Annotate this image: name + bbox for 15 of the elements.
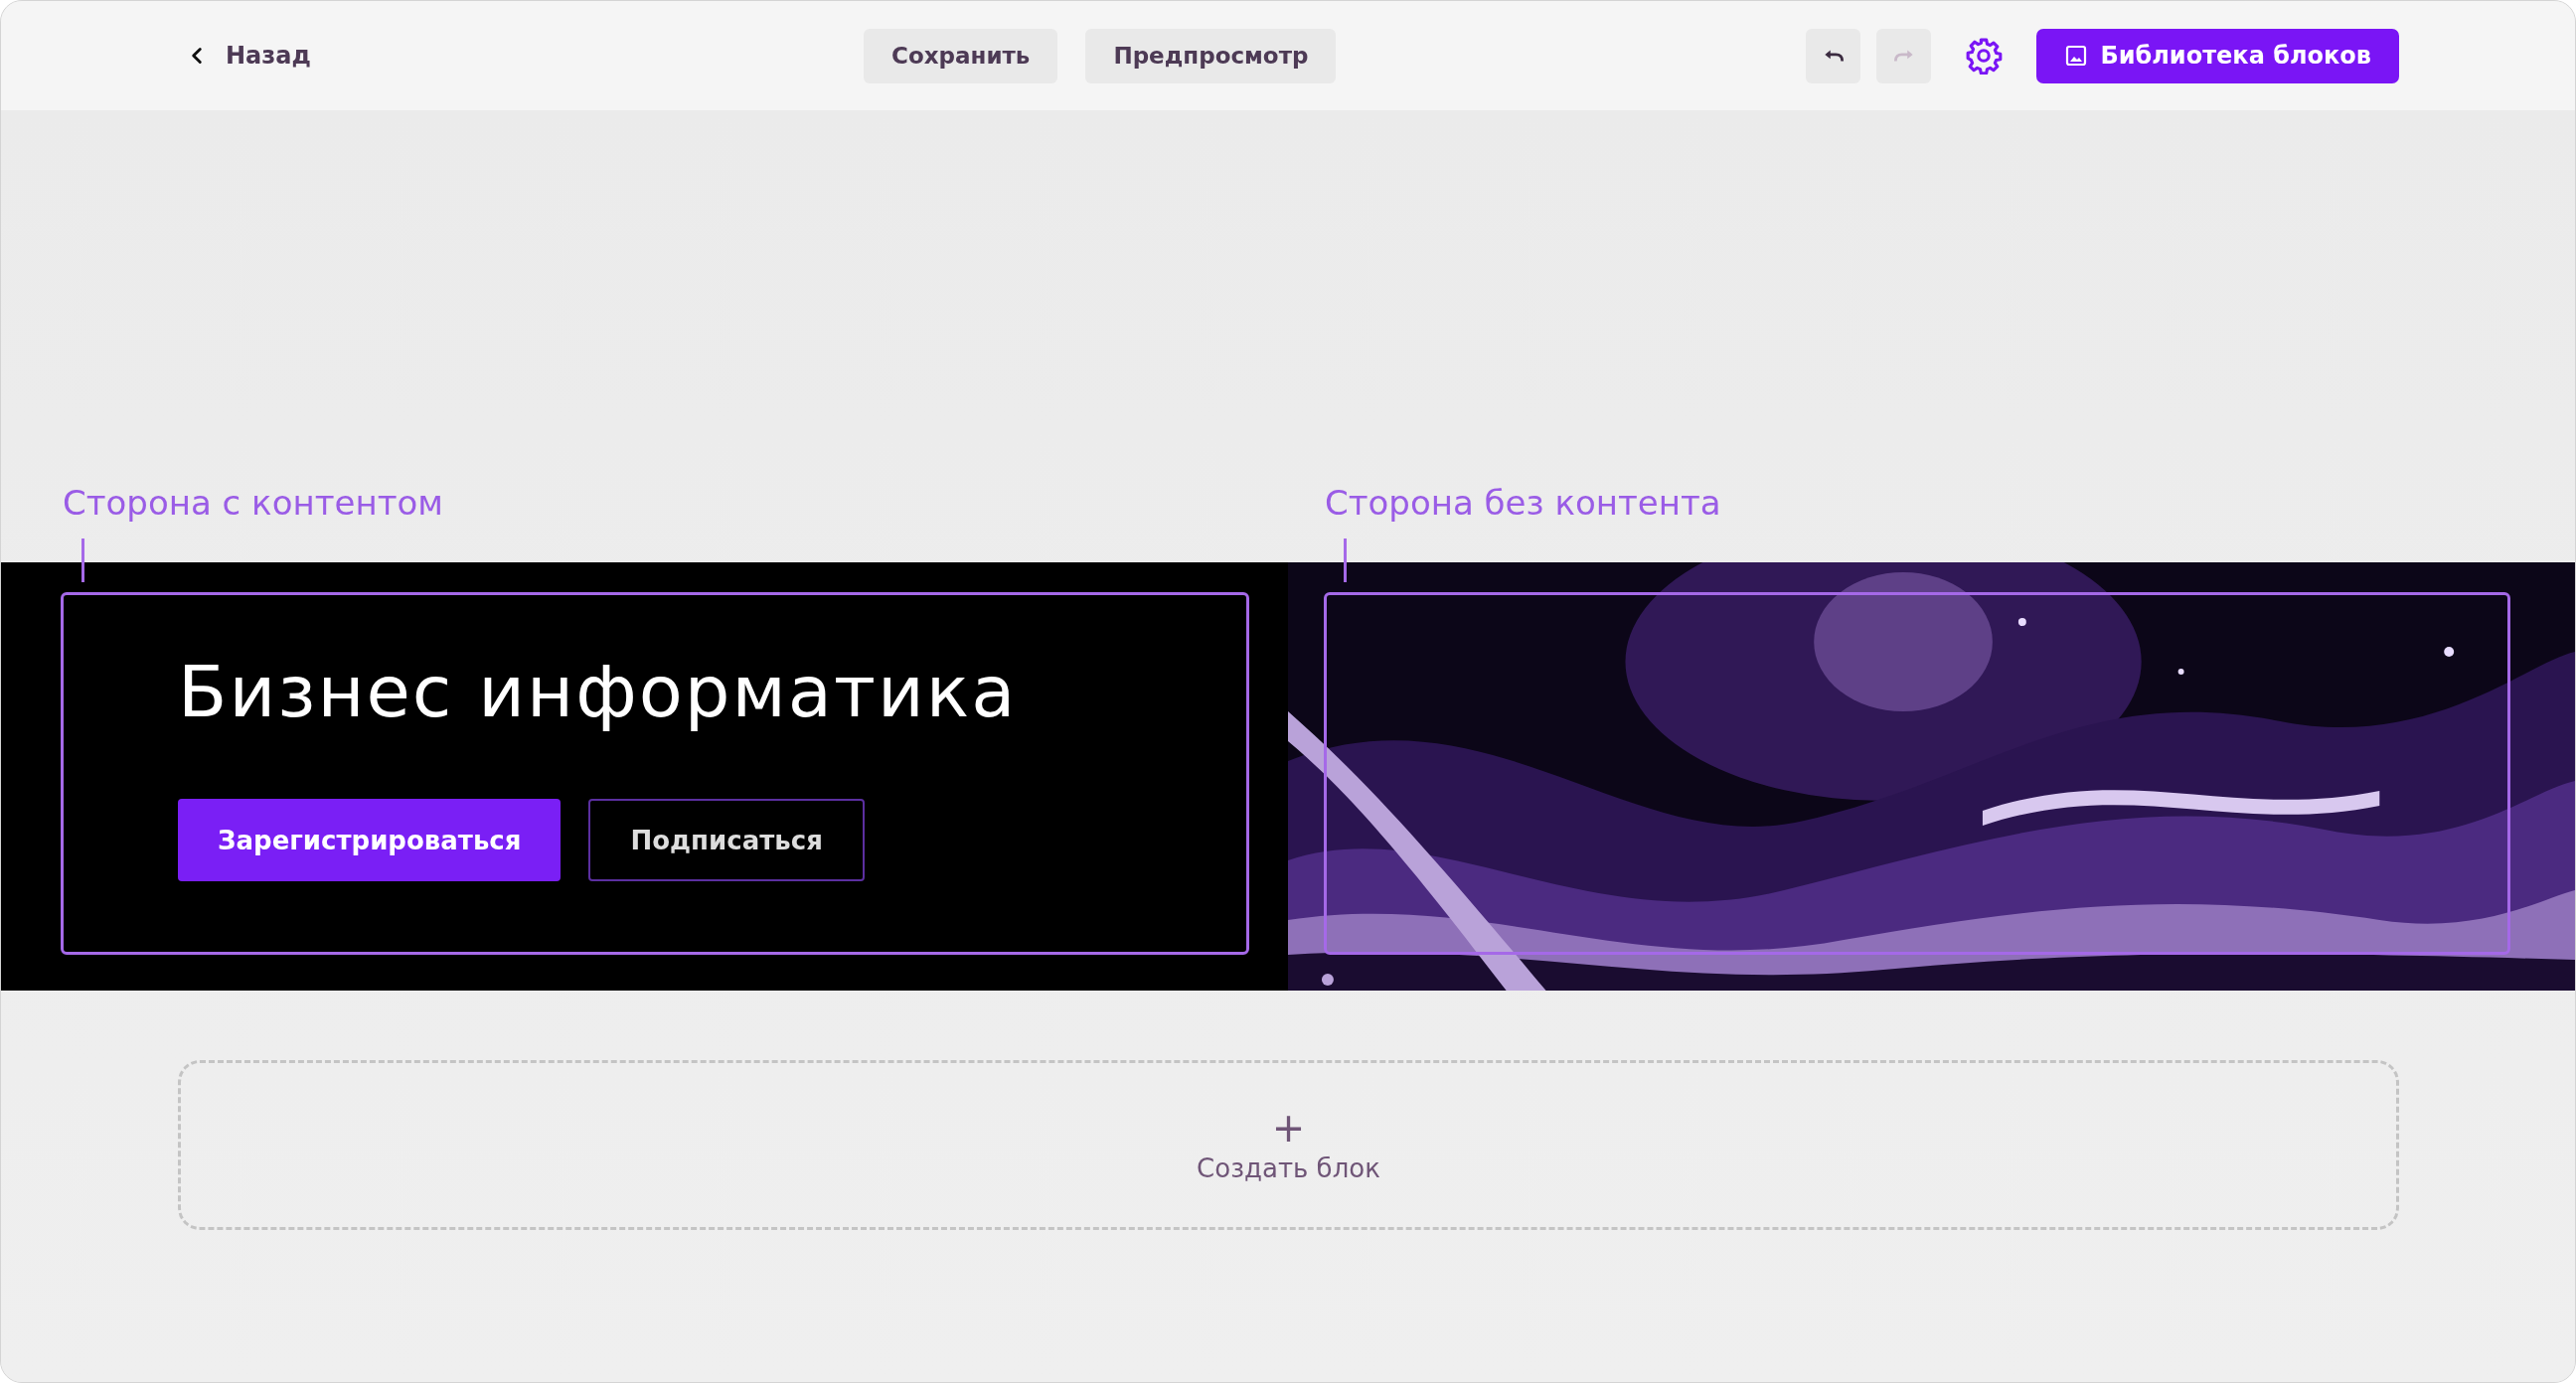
leader-line [1344,538,1347,582]
create-block-button[interactable]: + Создать блок [178,1060,2399,1230]
back-button[interactable]: Назад [180,36,317,76]
image-icon [2064,44,2089,68]
register-button[interactable]: Зарегистрироваться [178,799,562,881]
undo-button[interactable] [1806,28,1861,83]
subscribe-button[interactable]: Подписаться [588,799,865,881]
toolbar-button[interactable]: Сохранить [864,28,1058,83]
toolbar-button[interactable]: Предпросмотр [1085,28,1337,83]
annotation-label: Сторона с контентом [63,483,443,523]
leader-line [81,538,84,582]
block-library-button[interactable]: Библиотека блоков [2036,28,2399,83]
settings-icon[interactable] [1965,37,2004,75]
annotation-label: Сторона без контента [1325,483,1721,523]
hero-title: Бизнес информатика [178,650,1019,733]
